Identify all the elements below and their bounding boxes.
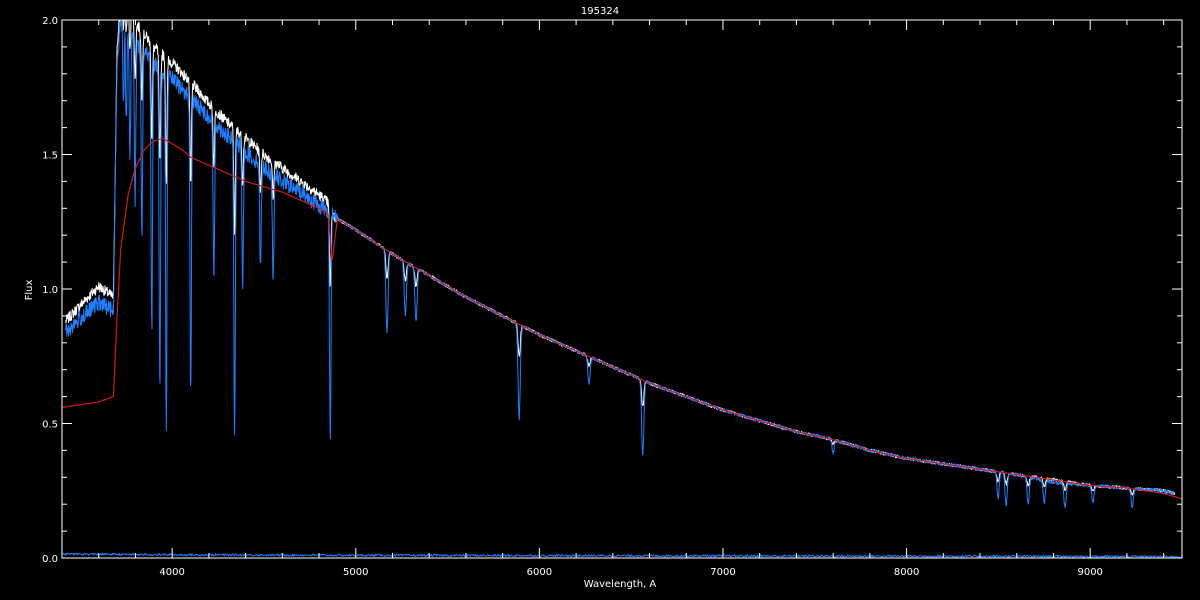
y-tick-label: 1.0 bbox=[42, 285, 58, 296]
y-tick-label: 1.5 bbox=[42, 151, 58, 162]
x-tick-label: 6000 bbox=[527, 567, 552, 578]
spectrum-chart: 4000 5000 6000 7000 8000 9000 0.0 0.5 1.0 1.5 2.0… bbox=[0, 0, 1200, 600]
x-tick-label: 4000 bbox=[159, 567, 184, 578]
chart-title: 195324 bbox=[581, 6, 619, 17]
x-tick-label: 8000 bbox=[894, 567, 919, 578]
x-tick-label: 7000 bbox=[710, 567, 735, 578]
y-tick-label: 2.0 bbox=[42, 16, 58, 27]
y-axis-label: Flux bbox=[24, 280, 35, 301]
y-tick-label: 0.5 bbox=[42, 420, 58, 431]
x-tick-label: 9000 bbox=[1077, 567, 1102, 578]
x-axis-label: Wavelength, A bbox=[584, 579, 657, 590]
y-tick-label: 0.0 bbox=[42, 554, 58, 565]
x-tick-label: 5000 bbox=[343, 567, 368, 578]
